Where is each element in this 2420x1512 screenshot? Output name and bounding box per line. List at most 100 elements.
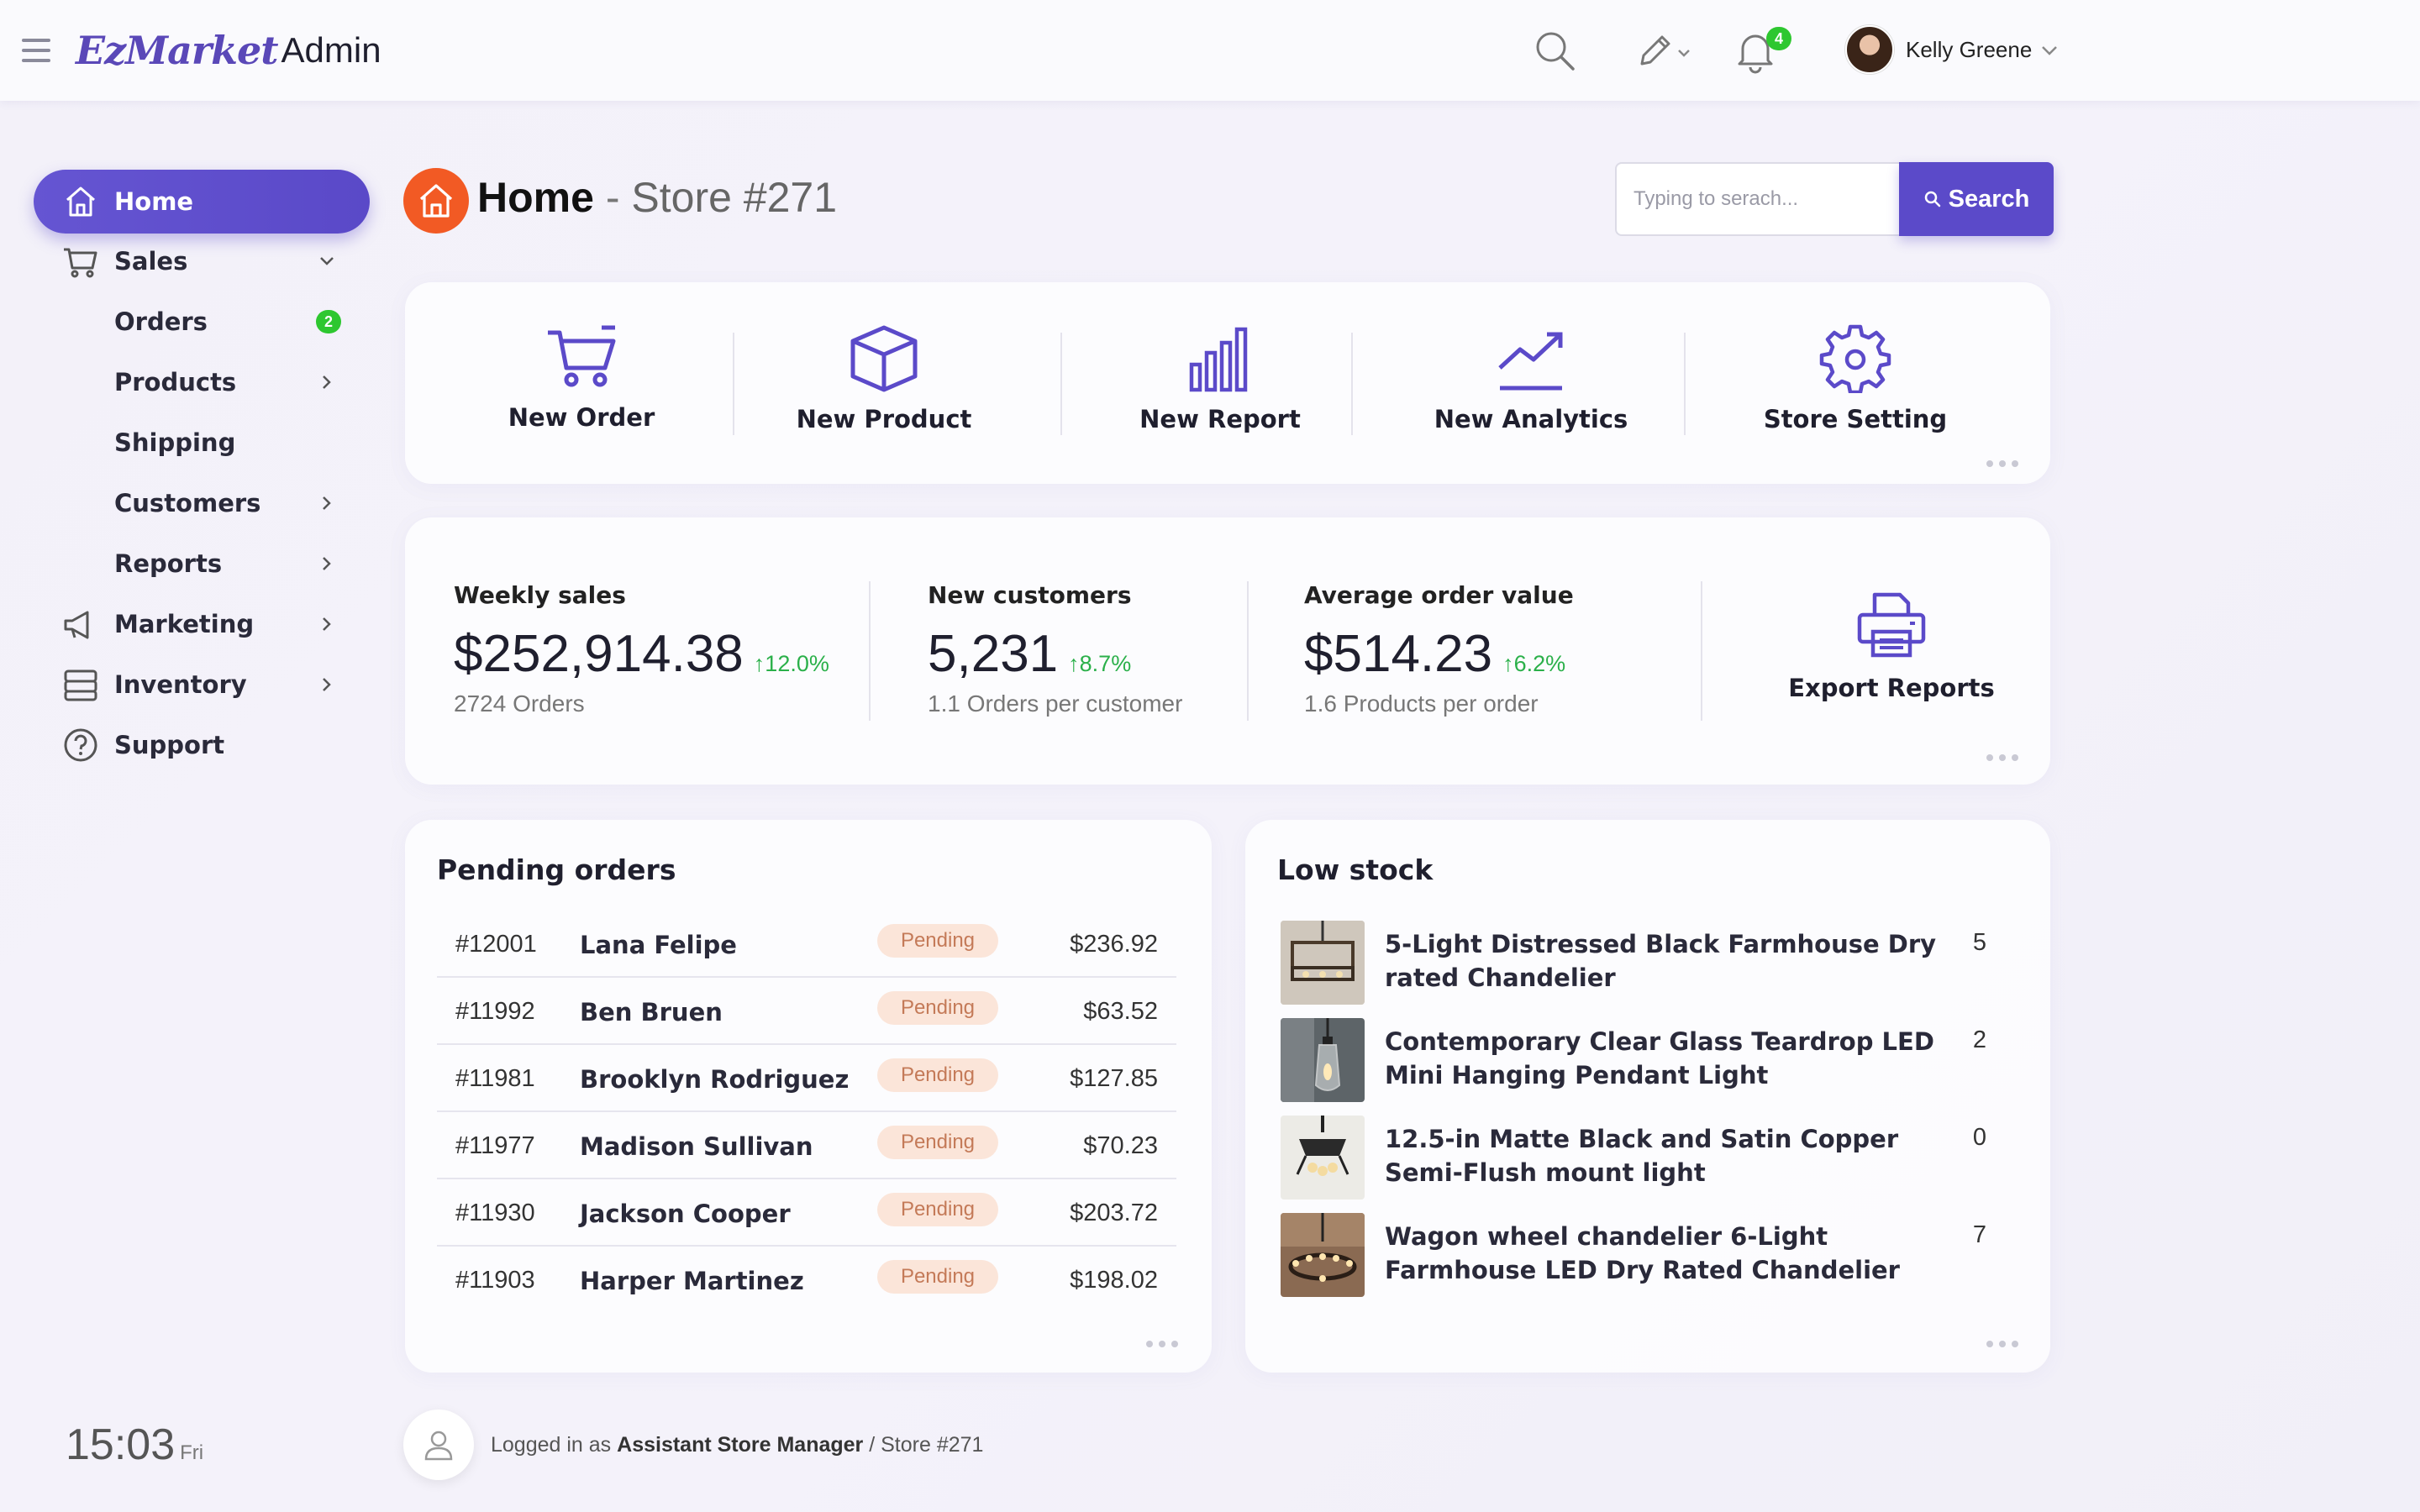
- sidebar-item-support[interactable]: Support: [34, 720, 370, 770]
- menu-icon[interactable]: [22, 39, 50, 62]
- export-reports-button[interactable]: Export Reports: [1770, 590, 2013, 702]
- page-title-store: Store #271: [631, 174, 838, 221]
- divider: [733, 333, 734, 435]
- sidebar-item-sales[interactable]: Sales: [34, 236, 370, 286]
- sidebar-label-reports: Reports: [114, 549, 223, 578]
- sidebar-item-shipping[interactable]: Shipping: [34, 417, 370, 468]
- customer-name: Brooklyn Rodriguez: [580, 1065, 850, 1094]
- stat-value: $514.23 ↑6.2%: [1304, 624, 1574, 684]
- sidebar-item-orders[interactable]: Orders 2: [34, 297, 370, 347]
- table-row[interactable]: #11903 Harper Martinez Pending $198.02: [437, 1247, 1176, 1314]
- export-reports-label: Export Reports: [1788, 674, 1995, 702]
- search-button-label: Search: [1948, 185, 2030, 213]
- stat-average-order-value: Average order value $514.23 ↑6.2% 1.6 Pro…: [1304, 581, 1574, 717]
- sidebar-item-home[interactable]: Home: [34, 170, 370, 234]
- divider: [869, 581, 871, 721]
- stat-delta: ↑6.2%: [1502, 651, 1566, 676]
- new-analytics-button[interactable]: New Analytics: [1405, 324, 1657, 442]
- notification-badge: 4: [1766, 27, 1791, 50]
- divider: [1247, 581, 1249, 721]
- edit-icon[interactable]: [1635, 30, 1694, 76]
- status-badge: Pending: [877, 991, 998, 1025]
- new-product-button[interactable]: New Product: [775, 324, 993, 442]
- more-options-icon[interactable]: [1986, 460, 2018, 469]
- order-id: #11977: [455, 1132, 535, 1159]
- chevron-right-icon: [323, 617, 331, 631]
- logo-script: EzMarket: [76, 28, 279, 73]
- table-row[interactable]: #11992 Ben Bruen Pending $63.52: [437, 978, 1176, 1045]
- user-menu[interactable]: Kelly Greene: [1845, 24, 2060, 76]
- stat-delta: ↑8.7%: [1068, 651, 1132, 676]
- list-item[interactable]: 12.5-in Matte Black and Satin Copper Sem…: [1281, 1116, 2012, 1201]
- product-thumbnail: [1281, 1213, 1365, 1297]
- more-options-icon[interactable]: [1986, 1341, 2018, 1349]
- quick-actions-card: New Order New Product New Report New Ana…: [405, 282, 2050, 484]
- clock-time: 15:03: [66, 1420, 176, 1469]
- order-amount: $70.23: [1083, 1132, 1158, 1159]
- pending-orders-title: Pending orders: [437, 853, 676, 886]
- stat-weekly-sales: Weekly sales $252,914.38 ↑12.0% 2724 Orde…: [454, 581, 829, 717]
- chevron-right-icon: [323, 557, 331, 570]
- logged-in-prefix: Logged in as: [491, 1432, 612, 1457]
- search-icon[interactable]: [1533, 29, 1576, 76]
- cart-icon: [548, 325, 616, 387]
- new-order-button[interactable]: New Order: [472, 324, 691, 442]
- top-bar: EzMarket Admin 4 Kelly Greene: [0, 0, 2420, 101]
- product-name: 12.5-in Matte Black and Satin Copper Sem…: [1385, 1125, 1899, 1187]
- list-item[interactable]: Contemporary Clear Glass Teardrop LED Mi…: [1281, 1018, 2012, 1104]
- table-row[interactable]: #11981 Brooklyn Rodriguez Pending $127.8…: [437, 1045, 1176, 1112]
- sidebar-item-products[interactable]: Products: [34, 357, 370, 407]
- list-item[interactable]: Wagon wheel chandelier 6-Light Farmhouse…: [1281, 1213, 2012, 1299]
- sidebar-item-reports[interactable]: Reports: [34, 538, 370, 589]
- stat-delta: ↑12.0%: [753, 651, 829, 676]
- pending-orders-card: Pending orders #12001 Lana Felipe Pendin…: [405, 820, 1212, 1373]
- order-id: #12001: [455, 931, 537, 958]
- stock-quantity: 0: [1972, 1124, 1986, 1151]
- order-amount: $236.92: [1070, 931, 1158, 958]
- stat-new-customers: New customers 5,231 ↑8.7% 1.1 Orders per …: [928, 581, 1182, 717]
- sidebar-item-inventory[interactable]: Inventory: [34, 659, 370, 710]
- sidebar-label-sales: Sales: [114, 247, 188, 276]
- new-report-button[interactable]: New Report: [1094, 324, 1346, 442]
- stat-subtitle: 1.1 Orders per customer: [928, 690, 1183, 717]
- chevron-right-icon: [323, 496, 331, 510]
- sidebar-label-home: Home: [114, 187, 194, 216]
- list-item[interactable]: 5-Light Distressed Black Farmhouse Dry r…: [1281, 921, 2012, 1006]
- sidebar-label-customers: Customers: [114, 489, 261, 517]
- search-input[interactable]: [1615, 162, 1899, 236]
- bar-chart-icon: [1189, 327, 1248, 392]
- divider: [1684, 333, 1686, 435]
- divider: [1060, 333, 1062, 435]
- status-badge: Pending: [877, 1193, 998, 1226]
- stat-number: 5,231: [928, 625, 1059, 683]
- store-setting-button[interactable]: Store Setting: [1729, 324, 1981, 442]
- stat-title: Weekly sales: [454, 581, 626, 609]
- product-name: 5-Light Distressed Black Farmhouse Dry r…: [1385, 930, 1937, 992]
- stat-number: $514.23: [1304, 625, 1493, 683]
- stock-quantity: 7: [1972, 1221, 1986, 1248]
- home-icon: [66, 186, 95, 217]
- stat-title: New customers: [928, 581, 1132, 609]
- search-button[interactable]: Search: [1899, 162, 2054, 236]
- more-options-icon[interactable]: [1146, 1341, 1178, 1349]
- sidebar-item-marketing[interactable]: Marketing: [34, 599, 370, 649]
- logo[interactable]: EzMarket Admin: [76, 24, 381, 77]
- inventory-icon: [64, 669, 97, 701]
- status-badge: Pending: [877, 924, 998, 958]
- order-amount: $198.02: [1070, 1267, 1158, 1294]
- stat-subtitle: 1.6 Products per order: [1304, 690, 1539, 717]
- table-row[interactable]: #11977 Madison Sullivan Pending $70.23: [437, 1112, 1176, 1179]
- table-row[interactable]: #12001 Lana Felipe Pending $236.92: [437, 911, 1176, 978]
- search-icon: [1924, 191, 1940, 207]
- order-amount: $63.52: [1083, 998, 1158, 1025]
- store-setting-label: Store Setting: [1763, 405, 1948, 433]
- customer-name: Harper Martinez: [580, 1267, 804, 1295]
- more-options-icon[interactable]: [1986, 754, 2018, 763]
- table-row[interactable]: #11930 Jackson Cooper Pending $203.72: [437, 1179, 1176, 1247]
- chevron-down-icon: [320, 257, 334, 265]
- sidebar-label-inventory: Inventory: [114, 670, 247, 699]
- stat-subtitle: 2724 Orders: [454, 690, 585, 717]
- sidebar-item-customers[interactable]: Customers: [34, 478, 370, 528]
- customer-name: Madison Sullivan: [580, 1132, 813, 1161]
- orders-badge: 2: [316, 310, 341, 333]
